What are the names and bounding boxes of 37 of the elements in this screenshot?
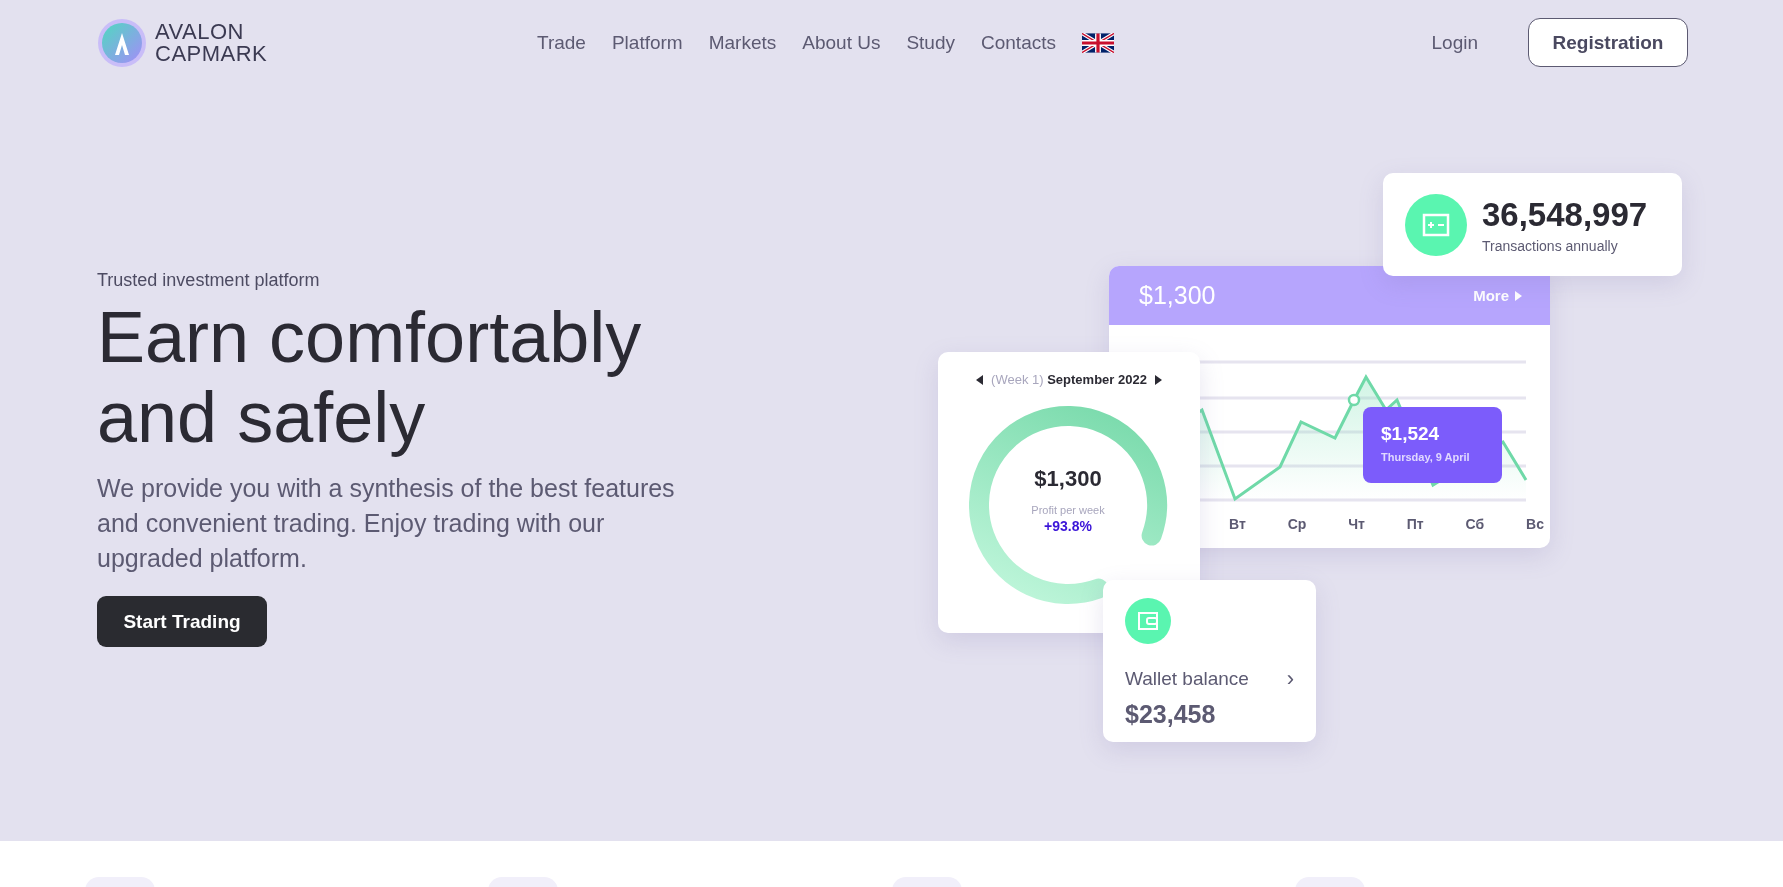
profit-amount: $1,300 <box>1034 466 1102 492</box>
login-link[interactable]: Login <box>1431 31 1478 54</box>
wallet-icon <box>1125 598 1171 644</box>
nav-link[interactable]: Platform <box>611 31 683 54</box>
brand-name[interactable]: AVALON CAPMARK <box>155 20 268 65</box>
nav-link[interactable]: About Us <box>802 31 881 54</box>
nav-link[interactable]: Markets <box>708 31 777 54</box>
profit-caption: Profit per week <box>1031 504 1105 516</box>
nav-link[interactable]: Trade <box>537 31 586 54</box>
day-label: Ср <box>1287 516 1307 532</box>
start-trading-button[interactable]: Start Trading <box>97 596 267 647</box>
transactions-label: Transactions annually <box>1482 237 1619 254</box>
previous-arrow-icon[interactable] <box>976 374 984 385</box>
profit-change: +93.8% <box>1044 518 1092 534</box>
nav-link[interactable]: Study <box>906 31 955 54</box>
nav-link[interactable]: Contacts <box>981 31 1056 54</box>
hero-description: We provide you with a synthesis of the best features and convenient trading. Enjoy trading with our upgraded platform. <box>97 473 676 574</box>
chevron-icon[interactable]: › <box>1286 666 1294 692</box>
transactions-count: 36,548,997 <box>1482 195 1648 234</box>
day-label: Пт <box>1406 516 1424 532</box>
tooltip-value: $1,524 <box>1381 423 1441 445</box>
week-title: (Week 1) September 2022 <box>991 372 1147 387</box>
logo-icon[interactable] <box>97 17 147 68</box>
calculator-icon <box>1405 193 1467 256</box>
day-label: Вт <box>1229 516 1246 532</box>
day-label: Чт <box>1348 516 1365 532</box>
day-label: Вс <box>1526 516 1544 532</box>
hero-eyebrow: Trusted investment platform <box>97 270 320 291</box>
registration-button[interactable]: Registration <box>1528 18 1688 67</box>
chart-amount: $1,300 <box>1139 281 1216 310</box>
tooltip-date: Thursday, 9 April <box>1381 451 1471 463</box>
day-label: Сб <box>1465 516 1485 532</box>
flag-icon[interactable] <box>1082 32 1114 53</box>
wallet-label: Wallet balance <box>1125 668 1249 690</box>
next-arrow-icon[interactable] <box>1154 374 1162 385</box>
hero-title: Earn comfortably and safely <box>97 297 643 457</box>
wallet-amount: $23,458 <box>1125 700 1217 729</box>
